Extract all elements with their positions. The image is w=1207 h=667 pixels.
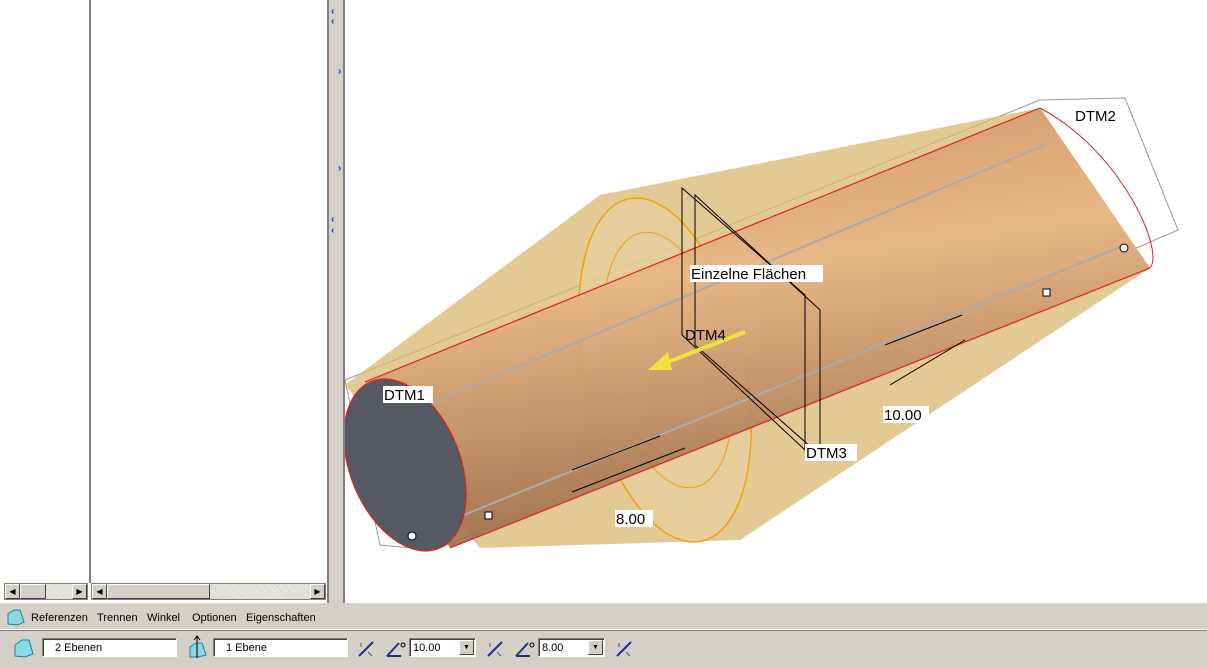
column-divider[interactable] bbox=[89, 0, 91, 583]
draft-hinge-collector[interactable]: 1 Ebene bbox=[213, 638, 348, 657]
scroll-left-button[interactable]: ◀ bbox=[5, 584, 20, 599]
expand-right-icon[interactable]: › bbox=[338, 163, 341, 174]
label-dtm1[interactable]: DTM1 bbox=[384, 387, 425, 404]
label-dtm2[interactable]: DTM2 bbox=[1075, 108, 1116, 125]
draft-surface-icon bbox=[14, 639, 34, 658]
angle-2-combobox[interactable]: 8.00 ▼ bbox=[538, 638, 605, 657]
horizontal-scrollbar-right[interactable]: ◀ ▶ bbox=[91, 583, 326, 600]
drag-handle[interactable] bbox=[407, 531, 417, 541]
scroll-left-button[interactable]: ◀ bbox=[92, 584, 107, 599]
3d-viewport[interactable]: DTM1 DTM2 DTM3 DTM4 Einzelne Flächen 10.… bbox=[343, 0, 1207, 603]
tab-referenzen[interactable]: Referenzen bbox=[31, 612, 88, 624]
scroll-right-button[interactable]: ▶ bbox=[310, 584, 325, 599]
label-dtm4[interactable]: DTM4 bbox=[685, 327, 726, 344]
model-graphics: DTM1 DTM2 DTM3 DTM4 Einzelne Flächen 10.… bbox=[343, 97, 1179, 552]
tab-eigenschaften[interactable]: Eigenschaften bbox=[246, 612, 316, 624]
dimension-8[interactable]: 8.00 bbox=[616, 511, 645, 528]
label-dtm3[interactable]: DTM3 bbox=[806, 445, 847, 462]
scroll-right-button[interactable]: ▶ bbox=[72, 584, 87, 599]
collapse-left-icon[interactable]: ‹ bbox=[331, 214, 334, 225]
angle-1-value: 10.00 bbox=[413, 642, 441, 654]
dashboard-controls: 2 Ebenen 1 Ebene 10.00 ▼ 8.00 ▼ bbox=[0, 632, 1207, 664]
draft-feature-icon bbox=[7, 609, 25, 626]
dropdown-arrow-icon[interactable]: ▼ bbox=[459, 640, 474, 655]
horizontal-scrollbar-left[interactable]: ◀ ▶ bbox=[4, 583, 88, 600]
dimension-10[interactable]: 10.00 bbox=[884, 407, 922, 424]
model-tree-panel: ◀ ▶ ◀ ▶ bbox=[0, 0, 328, 603]
expand-right-icon[interactable]: › bbox=[338, 66, 341, 77]
angle-1-combobox[interactable]: 10.00 ▼ bbox=[409, 638, 476, 657]
drag-handle[interactable] bbox=[1042, 288, 1051, 297]
draft-angle-icon bbox=[386, 642, 406, 657]
tab-trennen[interactable]: Trennen bbox=[97, 612, 138, 624]
draft-angle-icon bbox=[515, 642, 535, 657]
collapse-left-icon[interactable]: ‹ bbox=[331, 16, 334, 27]
tab-winkel[interactable]: Winkel bbox=[147, 612, 180, 624]
scroll-thumb[interactable] bbox=[107, 584, 210, 599]
draft-hinge-icon bbox=[189, 635, 207, 658]
collapse-left-icon[interactable]: ‹ bbox=[331, 225, 334, 236]
angle-2-value: 8.00 bbox=[542, 642, 564, 654]
flip-direction-icon[interactable] bbox=[486, 640, 504, 658]
drag-handle[interactable] bbox=[1119, 243, 1129, 253]
dropdown-arrow-icon[interactable]: ▼ bbox=[588, 640, 603, 655]
draft-surfaces-collector[interactable]: 2 Ebenen bbox=[42, 638, 177, 657]
flip-direction-icon[interactable] bbox=[615, 640, 633, 658]
panel-splitter[interactable]: ‹ ‹ › › ‹ ‹ bbox=[328, 0, 345, 603]
drag-handle[interactable] bbox=[484, 511, 493, 520]
tab-optionen[interactable]: Optionen bbox=[192, 612, 237, 624]
flip-direction-icon[interactable] bbox=[357, 640, 375, 658]
label-surface[interactable]: Einzelne Flächen bbox=[691, 266, 806, 283]
dashboard-tabs: Referenzen Trennen Winkel Optionen Eigen… bbox=[0, 604, 1207, 630]
scroll-thumb[interactable] bbox=[20, 584, 46, 599]
